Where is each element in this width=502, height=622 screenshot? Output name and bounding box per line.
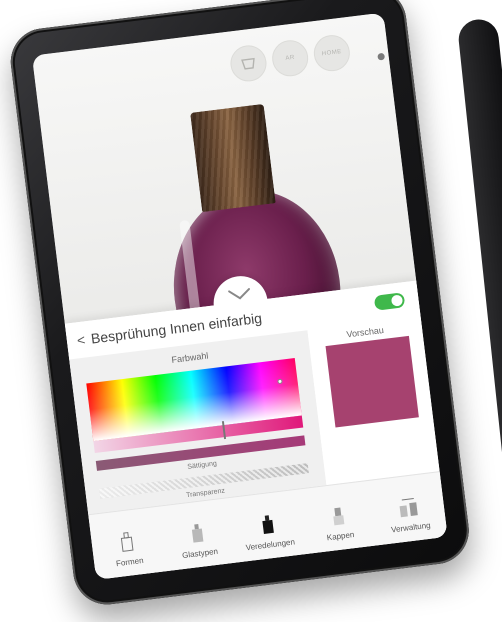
wooden-cap: [190, 103, 276, 213]
preview-swatch: [325, 335, 419, 428]
tab-veredelungen[interactable]: Veredelungen: [229, 489, 307, 563]
bottle-shape-icon: [121, 532, 134, 552]
ar-button-label: AR: [285, 54, 296, 62]
tab-glastypen[interactable]: Glastypen: [159, 498, 237, 572]
tab-glastypen-label: Glastypen: [181, 546, 219, 561]
settings-panel: < Besprühung Innen einfarbig Farbwahl Sä…: [64, 273, 448, 580]
tab-verwaltung[interactable]: Verwaltung: [369, 472, 447, 546]
basket-button[interactable]: [228, 43, 269, 84]
finish-bottle-icon: [262, 515, 274, 535]
tab-kappen[interactable]: Kappen: [299, 481, 377, 555]
tab-formen-label: Formen: [115, 555, 144, 569]
spray-toggle[interactable]: [373, 292, 406, 311]
toggle-knob: [390, 294, 404, 307]
basket-icon: [241, 57, 255, 70]
chevron-down-icon: [228, 288, 250, 300]
ar-button[interactable]: AR: [270, 38, 311, 79]
home-button-label: HOME: [321, 48, 343, 58]
preview-column: Vorschau: [307, 316, 440, 486]
cap-icon: [333, 507, 345, 526]
color-controls: Farbwahl Sättigung Transparenz: [69, 330, 327, 515]
color-cursor[interactable]: [277, 378, 283, 385]
tab-kappen-label: Kappen: [326, 530, 355, 543]
admin-bottles-icon: [399, 498, 418, 518]
glass-bottle-icon: [192, 523, 204, 543]
tab-veredelungen-label: Veredelungen: [245, 537, 296, 553]
camera-dot: [377, 52, 386, 61]
app-screen: AR HOME < Besprühung Innen einfarbig Far…: [31, 12, 448, 580]
tab-verwaltung-label: Verwaltung: [390, 520, 432, 535]
tab-formen[interactable]: Formen: [88, 507, 166, 580]
back-chevron-icon[interactable]: <: [76, 331, 86, 348]
tablet-device: AR HOME < Besprühung Innen einfarbig Far…: [6, 0, 473, 609]
home-button[interactable]: HOME: [311, 33, 352, 74]
